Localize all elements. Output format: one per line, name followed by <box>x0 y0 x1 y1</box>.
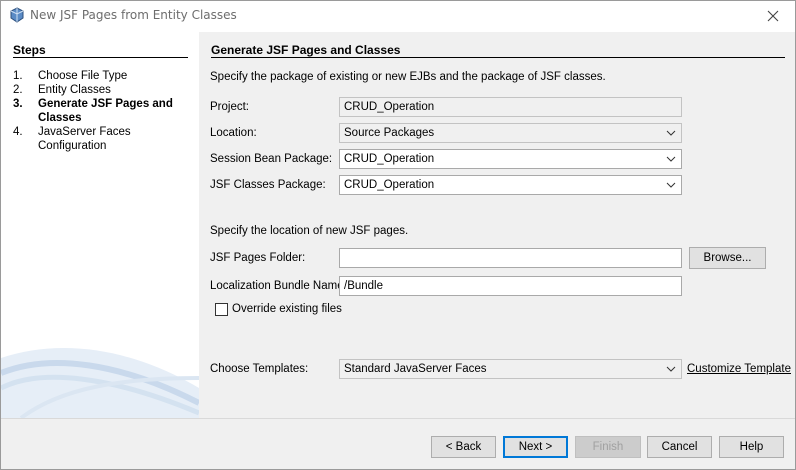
pages-folder-label: JSF Pages Folder: <box>210 252 306 264</box>
pages-folder-input[interactable] <box>339 248 682 268</box>
button-bar: < Back Next > Finish Cancel Help <box>1 418 795 469</box>
step-label: Choose File Type <box>38 70 128 82</box>
jsf-classes-combo[interactable]: CRUD_Operation <box>339 175 682 195</box>
override-checkbox[interactable] <box>215 303 228 316</box>
step-number: 2. <box>13 84 23 96</box>
location-combo[interactable]: Source Packages <box>339 123 682 143</box>
step-list: 1. Choose File Type 2. Entity Classes 3.… <box>13 69 193 153</box>
decorative-swirl <box>1 348 199 418</box>
step-label: JavaServer Faces Configuration <box>38 126 131 152</box>
chevron-down-icon <box>666 130 676 136</box>
step-label: Entity Classes <box>38 84 111 96</box>
templates-combo[interactable]: Standard JavaServer Faces <box>339 359 682 379</box>
step-number: 3. <box>13 98 23 110</box>
bundle-label: Localization Bundle Name: <box>210 280 347 292</box>
step-item: 1. Choose File Type <box>13 69 193 83</box>
session-bean-combo[interactable]: CRUD_Operation <box>339 149 682 169</box>
cancel-button[interactable]: Cancel <box>647 436 712 458</box>
chevron-down-icon <box>666 156 676 162</box>
ejb-instructions: Specify the package of existing or new E… <box>210 71 606 83</box>
project-field: CRUD_Operation <box>339 97 682 117</box>
pages-instructions: Specify the location of new JSF pages. <box>210 225 409 237</box>
chevron-down-icon <box>666 366 676 372</box>
override-label[interactable]: Override existing files <box>232 303 342 315</box>
step-item: 4. JavaServer Faces Configuration <box>13 125 193 153</box>
steps-title: Steps <box>13 43 46 57</box>
help-button[interactable]: Help <box>719 436 784 458</box>
content-panel: Generate JSF Pages and Classes Specify t… <box>199 32 795 418</box>
step-number: 4. <box>13 126 23 138</box>
jsf-classes-value: CRUD_Operation <box>344 179 435 191</box>
location-label: Location: <box>210 127 257 139</box>
back-button[interactable]: < Back <box>431 436 496 458</box>
step-item: 2. Entity Classes <box>13 83 193 97</box>
page-title: Generate JSF Pages and Classes <box>211 43 401 57</box>
step-label: Generate JSF Pages and Classes <box>38 98 173 124</box>
steps-panel: Steps 1. Choose File Type 2. Entity Clas… <box>1 32 199 418</box>
finish-button[interactable]: Finish <box>575 436 641 458</box>
step-number: 1. <box>13 70 23 82</box>
close-icon <box>767 10 779 21</box>
session-bean-value: CRUD_Operation <box>344 153 435 165</box>
app-icon <box>10 7 24 23</box>
templates-value: Standard JavaServer Faces <box>344 363 487 375</box>
chevron-down-icon <box>666 182 676 188</box>
session-bean-label: Session Bean Package: <box>210 153 333 165</box>
title-divider <box>211 57 785 58</box>
jsf-classes-label: JSF Classes Package: <box>210 179 326 191</box>
project-label: Project: <box>210 101 249 113</box>
customize-template-link[interactable]: Customize Template <box>687 363 791 375</box>
templates-label: Choose Templates: <box>210 363 309 375</box>
steps-divider <box>13 57 188 58</box>
step-item-current: 3. Generate JSF Pages and Classes <box>13 97 193 125</box>
window-title: New JSF Pages from Entity Classes <box>30 8 237 22</box>
next-button[interactable]: Next > <box>503 436 568 458</box>
bundle-input[interactable]: /Bundle <box>339 276 682 296</box>
browse-button[interactable]: Browse... <box>689 247 766 269</box>
close-button[interactable] <box>750 0 796 31</box>
title-bar: New JSF Pages from Entity Classes <box>0 0 796 32</box>
location-value: Source Packages <box>344 127 435 139</box>
